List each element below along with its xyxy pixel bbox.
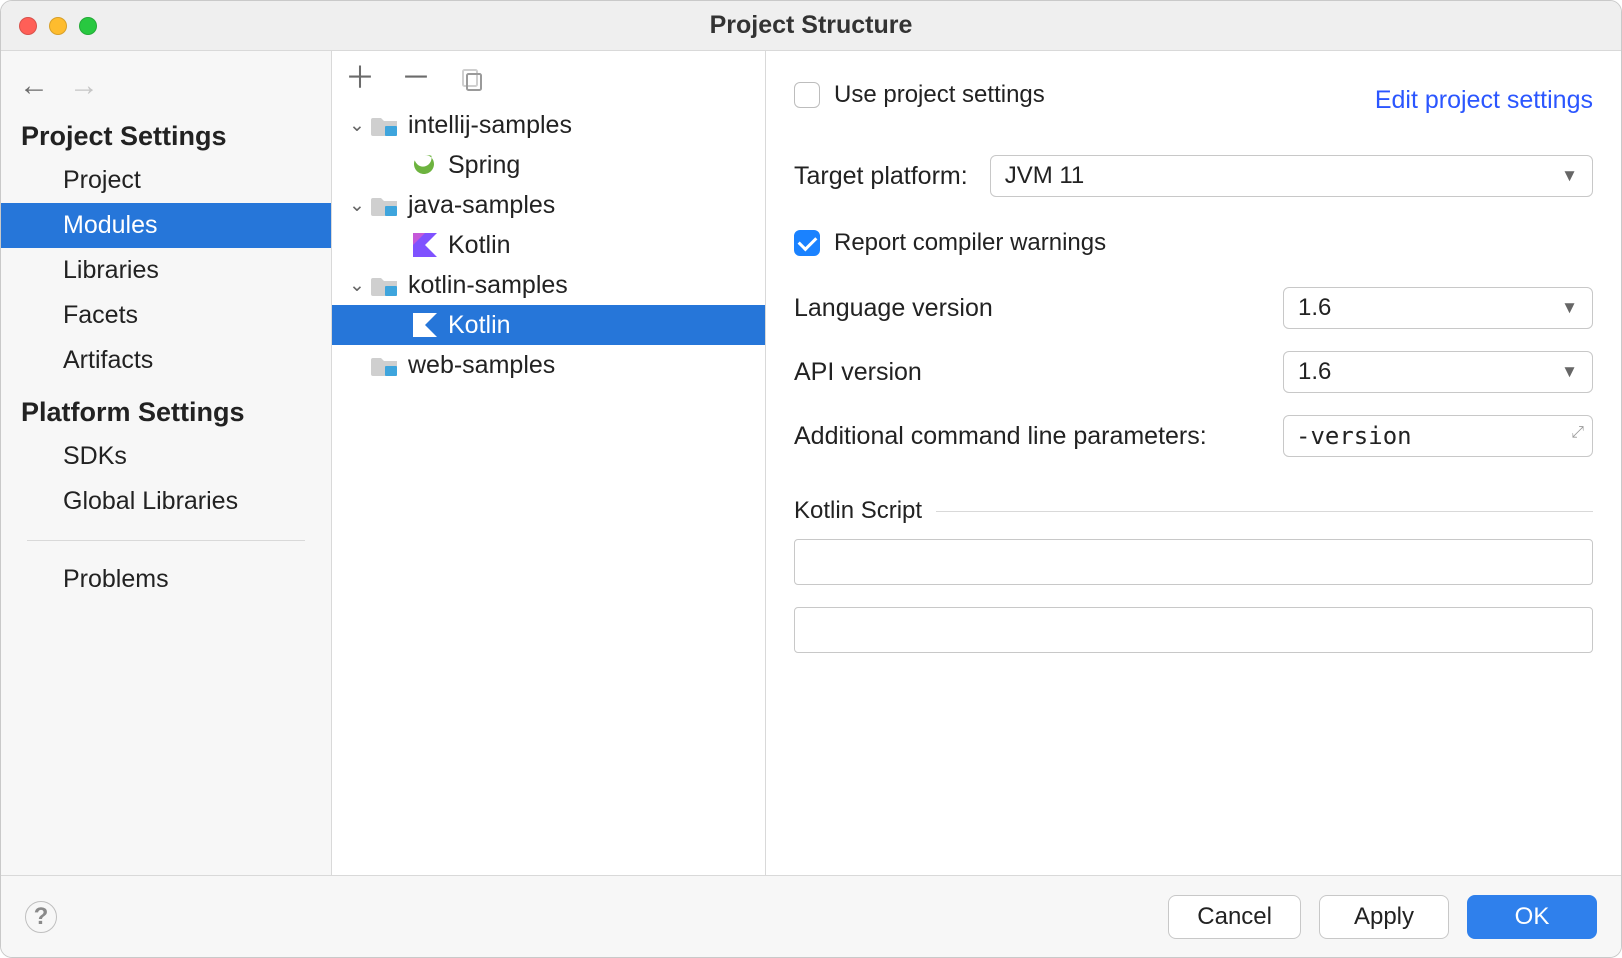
tree-row-label: web-samples bbox=[408, 351, 555, 380]
tree-expander-icon[interactable]: ⌄ bbox=[344, 114, 370, 137]
sidebar-item-modules[interactable]: Modules bbox=[1, 203, 331, 248]
kotlin-script-field-1[interactable] bbox=[794, 539, 1593, 585]
kotlin-script-header: Kotlin Script bbox=[794, 497, 922, 525]
sidebar-section-title: Platform Settings bbox=[1, 383, 331, 434]
sidebar-item-libraries[interactable]: Libraries bbox=[1, 248, 331, 293]
project-structure-dialog: Project Structure ← → Project Settings P… bbox=[0, 0, 1622, 958]
api-version-select[interactable]: 1.6 ▼ bbox=[1283, 351, 1593, 393]
tree-row[interactable]: ⌄ kotlin-samples bbox=[332, 265, 765, 305]
tree-row-label: intellij-samples bbox=[408, 111, 572, 140]
additional-params-label: Additional command line parameters: bbox=[794, 422, 1207, 451]
sidebar-item-sdks[interactable]: SDKs bbox=[1, 434, 331, 479]
sidebar-item-global-libraries[interactable]: Global Libraries bbox=[1, 479, 331, 524]
chevron-down-icon: ▼ bbox=[1561, 362, 1578, 382]
sidebar-item-project[interactable]: Project bbox=[1, 158, 331, 203]
zoom-window-button[interactable] bbox=[79, 17, 97, 35]
language-version-select[interactable]: 1.6 ▼ bbox=[1283, 287, 1593, 329]
sidebar-item-artifacts[interactable]: Artifacts bbox=[1, 338, 331, 383]
tree-row-label: Spring bbox=[448, 151, 520, 180]
sidebar-item-facets[interactable]: Facets bbox=[1, 293, 331, 338]
titlebar: Project Structure bbox=[1, 1, 1621, 51]
use-project-settings-label: Use project settings bbox=[834, 81, 1045, 109]
tree-row-label: kotlin-samples bbox=[408, 271, 568, 300]
additional-params-value: -version bbox=[1296, 422, 1412, 450]
tree-row[interactable]: Kotlin bbox=[332, 305, 765, 345]
tree-row-label: Kotlin bbox=[448, 311, 511, 340]
tree-expander-icon[interactable]: ⌄ bbox=[344, 274, 370, 297]
edit-project-settings-link[interactable]: Edit project settings bbox=[1375, 86, 1593, 115]
language-version-label: Language version bbox=[794, 294, 993, 323]
tree-expander-icon[interactable]: ⌄ bbox=[344, 194, 370, 217]
sidebar-section-title: Project Settings bbox=[1, 107, 331, 158]
apply-button[interactable]: Apply bbox=[1319, 895, 1449, 939]
kotlin-icon bbox=[410, 232, 440, 258]
help-button[interactable]: ? bbox=[25, 901, 57, 933]
use-project-settings-checkbox[interactable] bbox=[794, 82, 820, 108]
tree-row[interactable]: web-samples bbox=[332, 345, 765, 385]
remove-icon[interactable]: － bbox=[402, 65, 430, 93]
expand-icon[interactable]: ⤢ bbox=[1571, 422, 1584, 442]
tree-row[interactable]: ⌄ java-samples bbox=[332, 185, 765, 225]
modules-tree-panel: ＋ － ⌄ intellij-samples Spring ⌄ java-samples… bbox=[332, 51, 766, 875]
additional-params-input[interactable]: -version ⤢ bbox=[1283, 415, 1593, 457]
api-version-label: API version bbox=[794, 358, 922, 387]
target-platform-select[interactable]: JVM 11 ▼ bbox=[990, 155, 1593, 197]
sidebar: ← → Project Settings Project Modules Lib… bbox=[1, 51, 332, 875]
kotlin-icon bbox=[410, 312, 440, 338]
cancel-button[interactable]: Cancel bbox=[1168, 895, 1301, 939]
nav-forward-button[interactable]: → bbox=[69, 71, 99, 101]
sidebar-divider bbox=[27, 540, 305, 541]
dialog-footer: ? Cancel Apply OK bbox=[1, 875, 1621, 957]
spring-icon bbox=[410, 152, 440, 178]
kotlin-script-field-2[interactable] bbox=[794, 607, 1593, 653]
tree-toolbar: ＋ － bbox=[332, 51, 765, 99]
module-folder-icon bbox=[370, 112, 400, 138]
window-title: Project Structure bbox=[1, 11, 1621, 40]
close-window-button[interactable] bbox=[19, 17, 37, 35]
target-platform-value: JVM 11 bbox=[1005, 162, 1085, 190]
report-warnings-label: Report compiler warnings bbox=[834, 229, 1106, 257]
modules-tree[interactable]: ⌄ intellij-samples Spring ⌄ java-samples Kotl… bbox=[332, 99, 765, 875]
chevron-down-icon: ▼ bbox=[1561, 166, 1578, 186]
tree-row-label: java-samples bbox=[408, 191, 555, 220]
copy-icon[interactable] bbox=[458, 65, 486, 93]
language-version-value: 1.6 bbox=[1298, 294, 1331, 322]
tree-row[interactable]: Kotlin bbox=[332, 225, 765, 265]
report-warnings-checkbox[interactable] bbox=[794, 230, 820, 256]
nav-history: ← → bbox=[1, 57, 331, 107]
tree-row-label: Kotlin bbox=[448, 231, 511, 260]
chevron-down-icon: ▼ bbox=[1561, 298, 1578, 318]
divider bbox=[936, 511, 1593, 512]
module-folder-icon bbox=[370, 352, 400, 378]
module-folder-icon bbox=[370, 272, 400, 298]
api-version-value: 1.6 bbox=[1298, 358, 1331, 386]
add-icon[interactable]: ＋ bbox=[346, 65, 374, 93]
ok-button[interactable]: OK bbox=[1467, 895, 1597, 939]
module-folder-icon bbox=[370, 192, 400, 218]
nav-back-button[interactable]: ← bbox=[19, 71, 49, 101]
details-panel: Use project settings Edit project settin… bbox=[766, 51, 1621, 875]
minimize-window-button[interactable] bbox=[49, 17, 67, 35]
target-platform-label: Target platform: bbox=[794, 162, 968, 191]
tree-row[interactable]: ⌄ intellij-samples bbox=[332, 105, 765, 145]
window-controls bbox=[19, 17, 97, 35]
tree-row[interactable]: Spring bbox=[332, 145, 765, 185]
sidebar-item-problems[interactable]: Problems bbox=[1, 557, 331, 602]
